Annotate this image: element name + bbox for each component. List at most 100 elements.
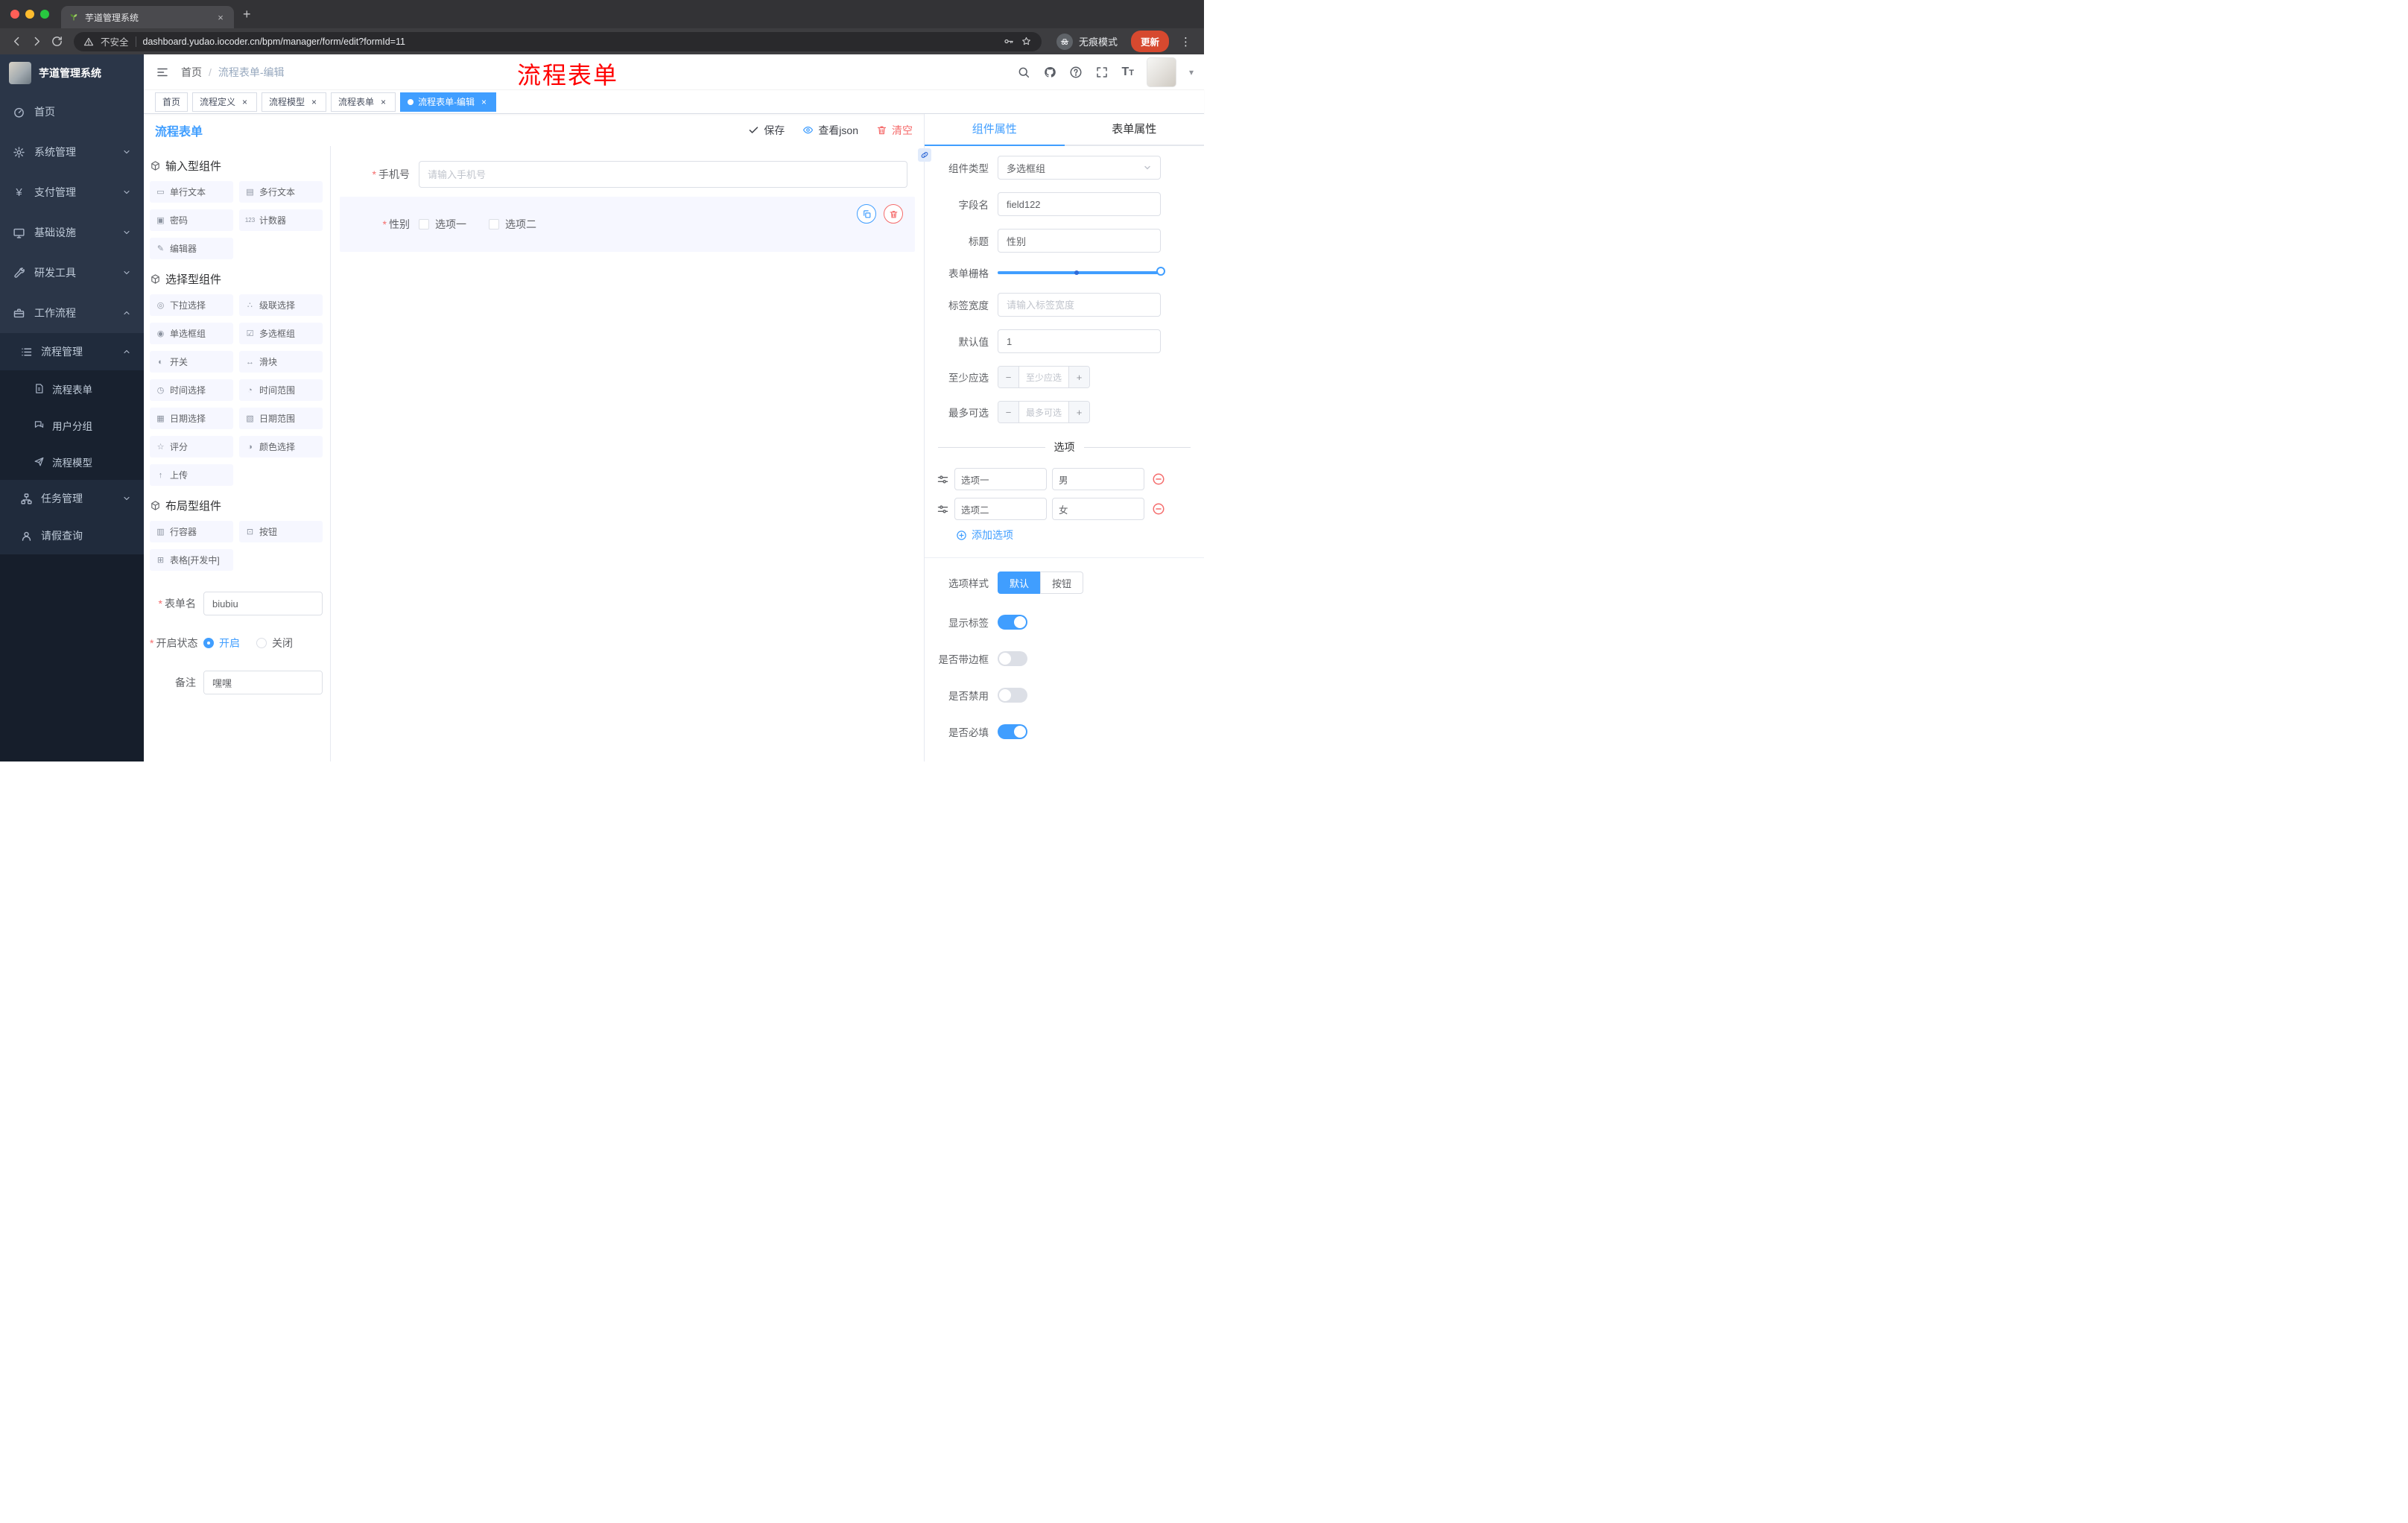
close-icon[interactable]: × <box>479 97 489 107</box>
sidebar-item-leave-query[interactable]: 请假查询 <box>0 517 144 554</box>
option-name-input[interactable] <box>954 468 1047 490</box>
sidebar-item-process-forms[interactable]: 流程表单 <box>0 370 144 407</box>
grid-slider[interactable] <box>998 267 1165 276</box>
help-icon[interactable] <box>1069 66 1083 79</box>
sidebar-item-task-management[interactable]: 任务管理 <box>0 480 144 517</box>
sidebar-item-user-groups[interactable]: 用户分组 <box>0 407 144 443</box>
palette-item-upload[interactable]: ↑ 上传 <box>150 464 233 486</box>
drag-handle-icon[interactable] <box>937 473 949 486</box>
palette-item-time-picker[interactable]: ◷ 时间选择 <box>150 379 233 401</box>
security-label[interactable]: 不安全 <box>101 34 129 48</box>
view-tab-process-form[interactable]: 流程表单 × <box>331 92 396 112</box>
palette-item-time-range[interactable]: ◔ 时间范围 <box>239 379 323 401</box>
view-json-button[interactable]: 查看json <box>802 123 858 138</box>
drag-handle-icon[interactable] <box>937 503 949 516</box>
palette-item-single-line-text[interactable]: ▭ 单行文本 <box>150 181 233 203</box>
sidebar-item-system[interactable]: 系统管理 <box>0 132 144 172</box>
title-input[interactable] <box>998 229 1161 253</box>
back-icon[interactable] <box>10 35 23 48</box>
phone-input[interactable] <box>419 161 907 188</box>
form-canvas[interactable]: *手机号 *性别 <box>331 146 924 762</box>
palette-item-switch[interactable]: ◐ 开关 <box>150 351 233 373</box>
gender-option-1[interactable]: 选项一 <box>419 217 466 232</box>
tab-form-props[interactable]: 表单属性 <box>1065 114 1205 145</box>
slider-knob[interactable] <box>1156 267 1165 276</box>
palette-item-color-picker[interactable]: ◑ 颜色选择 <box>239 436 323 457</box>
status-on-radio[interactable]: 开启 <box>203 636 240 650</box>
max-select-value[interactable]: 最多可选 <box>1019 402 1068 422</box>
palette-item-editor[interactable]: ✎ 编辑器 <box>150 238 233 259</box>
palette-item-date-picker[interactable]: ▦ 日期选择 <box>150 408 233 429</box>
phone-field[interactable]: * 手机号 <box>340 156 915 192</box>
tab-close-icon[interactable]: × <box>215 12 226 23</box>
window-close-button[interactable] <box>10 10 19 19</box>
remove-option-button[interactable] <box>1152 502 1165 516</box>
remove-option-button[interactable] <box>1152 472 1165 486</box>
fullscreen-icon[interactable] <box>1095 66 1109 79</box>
add-option-button[interactable]: 添加选项 <box>956 528 1204 542</box>
tab-component-props[interactable]: 组件属性 <box>925 114 1065 146</box>
sidebar-item-devtools[interactable]: 研发工具 <box>0 253 144 293</box>
palette-item-multi-line-text[interactable]: ▤ 多行文本 <box>239 181 323 203</box>
hamburger-icon[interactable] <box>144 66 181 79</box>
palette-item-rate[interactable]: ☆ 评分 <box>150 436 233 457</box>
url-text[interactable]: dashboard.yudao.iocoder.cn/bpm/manager/f… <box>143 37 996 47</box>
component-type-select[interactable]: 多选框组 <box>998 156 1161 180</box>
gender-field-selected[interactable]: * 性别 选项一 选项二 <box>340 197 915 252</box>
increase-button[interactable]: + <box>1068 367 1089 387</box>
window-zoom-button[interactable] <box>40 10 49 19</box>
view-tab-process-definition[interactable]: 流程定义 × <box>192 92 258 112</box>
close-icon[interactable]: × <box>378 97 388 107</box>
sidebar-item-infrastructure[interactable]: 基础设施 <box>0 212 144 253</box>
sidebar-item-process-models[interactable]: 流程模型 <box>0 443 144 480</box>
delete-component-button[interactable] <box>884 204 903 224</box>
breadcrumb-home[interactable]: 首页 <box>181 65 202 80</box>
palette-item-row-container[interactable]: ▥ 行容器 <box>150 521 233 542</box>
palette-item-slider[interactable]: ↔ 滑块 <box>239 351 323 373</box>
link-icon[interactable] <box>918 148 931 162</box>
browser-menu-icon[interactable]: ⋮ <box>1178 35 1194 48</box>
palette-item-cascader[interactable]: ∴ 级联选择 <box>239 294 323 316</box>
palette-item-checkbox-group[interactable]: ☑ 多选框组 <box>239 323 323 344</box>
sidebar-item-payment[interactable]: ¥ 支付管理 <box>0 172 144 212</box>
palette-item-counter[interactable]: 123 计数器 <box>239 209 323 231</box>
label-width-input[interactable] <box>998 293 1161 317</box>
avatar-caret-icon[interactable]: ▾ <box>1189 67 1194 77</box>
style-button-button[interactable]: 按钮 <box>1040 571 1084 594</box>
copy-component-button[interactable] <box>857 204 876 224</box>
github-icon[interactable] <box>1043 66 1056 79</box>
bookmark-star-icon[interactable] <box>1021 36 1032 47</box>
close-icon[interactable]: × <box>240 97 250 107</box>
browser-tab[interactable]: 芋道管理系统 × <box>61 6 234 28</box>
font-size-icon[interactable]: TT <box>1121 66 1134 79</box>
new-tab-button[interactable]: + <box>243 7 251 22</box>
browser-update-button[interactable]: 更新 <box>1130 31 1169 52</box>
view-tab-home[interactable]: 首页 <box>155 92 188 112</box>
save-button[interactable]: 保存 <box>748 123 785 138</box>
decrease-button[interactable]: − <box>998 367 1019 387</box>
style-default-button[interactable]: 默认 <box>998 571 1042 594</box>
avatar[interactable] <box>1146 57 1176 87</box>
view-tab-process-form-edit[interactable]: 流程表单-编辑 × <box>400 92 497 112</box>
window-minimize-button[interactable] <box>25 10 34 19</box>
sidebar-item-home[interactable]: 首页 <box>0 92 144 132</box>
view-tab-process-model[interactable]: 流程模型 × <box>262 92 327 112</box>
show-label-toggle[interactable] <box>998 615 1027 630</box>
palette-item-date-range[interactable]: ▧ 日期范围 <box>239 408 323 429</box>
palette-item-password[interactable]: ▣ 密码 <box>150 209 233 231</box>
close-icon[interactable]: × <box>309 97 319 107</box>
palette-item-button[interactable]: ⊡ 按钮 <box>239 521 323 542</box>
decrease-button[interactable]: − <box>998 402 1019 422</box>
disabled-toggle[interactable] <box>998 688 1027 703</box>
sidebar-item-process-management[interactable]: 流程管理 <box>0 333 144 370</box>
gender-option-2[interactable]: 选项二 <box>489 217 536 232</box>
remark-textarea[interactable]: 嘿嘿 <box>203 671 323 694</box>
sidebar-item-workflow[interactable]: 工作流程 <box>0 293 144 333</box>
palette-item-select[interactable]: ◎ 下拉选择 <box>150 294 233 316</box>
palette-item-radio-group[interactable]: ◉ 单选框组 <box>150 323 233 344</box>
increase-button[interactable]: + <box>1068 402 1089 422</box>
option-name-input[interactable] <box>954 498 1047 520</box>
default-value-input[interactable] <box>998 329 1161 353</box>
forward-icon[interactable] <box>31 35 43 48</box>
search-icon[interactable] <box>1017 66 1030 79</box>
